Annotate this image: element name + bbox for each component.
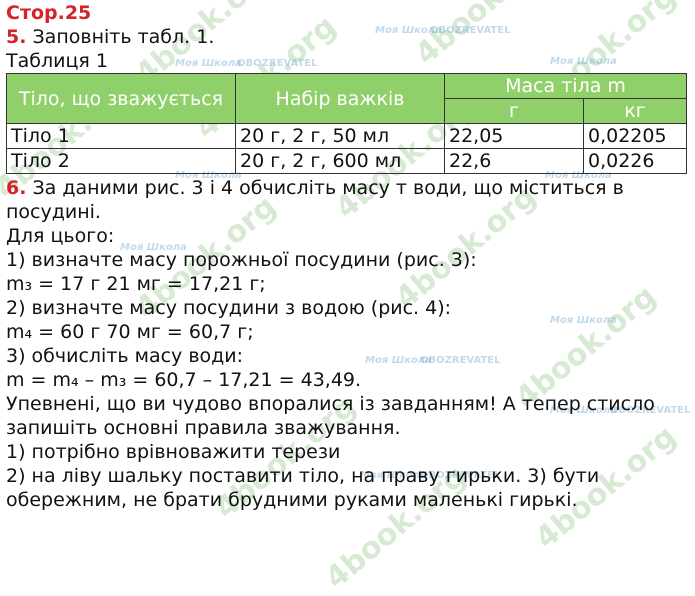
text-line: m₄ = 60 г 70 мг = 60,7 г; — [6, 321, 254, 343]
header-weights: Набір важків — [235, 73, 445, 124]
text-line: 1) потрібно врівноважити терези — [6, 441, 341, 463]
text-line: 2) на ліву шальку поставити тіло, на пра… — [6, 465, 600, 487]
text-line: 2) визначте масу посудини з водою (рис. … — [6, 297, 452, 319]
text-line: запишіть основні правила зважування. — [6, 417, 401, 439]
task6-statement: 6. За даними рис. 3 і 4 обчисліть масу т… — [6, 176, 691, 200]
cell-body: Тіло 2 — [6, 148, 236, 174]
header-mass: Маса тіла m — [444, 73, 687, 99]
cell-grams: 22,05 — [444, 123, 584, 149]
header-grams: г — [444, 98, 584, 124]
cell-body: Тіло 1 — [6, 123, 236, 149]
text-line: m₃ = 17 г 21 мг = 17,21 г; — [6, 273, 266, 295]
task5-number: 5. — [6, 26, 27, 48]
header-kg: кг — [583, 98, 687, 124]
task6-number: 6. — [6, 177, 27, 199]
table-row: Тіло 1 20 г, 2 г, 50 мл 22,05 0,02205 — [6, 123, 687, 149]
task6-text-continued: посудині. — [6, 201, 101, 223]
cell-kg: 0,0226 — [583, 148, 687, 174]
text-line: 3) обчисліть масу води: — [6, 345, 244, 367]
cell-weights: 20 г, 2 г, 50 мл — [235, 123, 445, 149]
task6-text: За даними рис. 3 і 4 обчисліть масу т во… — [26, 177, 624, 199]
cell-kg: 0,02205 — [583, 123, 687, 149]
page-title: Стор.25 — [6, 2, 92, 24]
page: Стор.25 5. Заповніть табл. 1. Таблиця 1 … — [6, 0, 691, 512]
table-header-row: Тіло, що зважується Набір важків Маса ті… — [6, 73, 687, 124]
cell-grams: 22,6 — [444, 148, 584, 174]
mass-table: Тіло, що зважується Набір важків Маса ті… — [6, 73, 687, 174]
table-row: Тіло 2 20 г, 2 г, 600 мл 22,6 0,0226 — [6, 148, 687, 174]
header-body: Тіло, що зважується — [6, 73, 236, 124]
table-caption: Таблиця 1 — [6, 50, 108, 72]
cell-weights: 20 г, 2 г, 600 мл — [235, 148, 445, 174]
task5-statement: 5. Заповніть табл. 1. — [6, 25, 691, 49]
text-line: 1) визначте масу порожньої посудини (рис… — [6, 249, 477, 271]
text-line: Упевнені, що ви чудово впоралися із завд… — [6, 393, 655, 415]
text-line: обережним, не брати брудними руками мале… — [6, 489, 578, 511]
task5-text: Заповніть табл. 1. — [32, 26, 215, 48]
text-line: Для цього: — [6, 225, 115, 247]
text-line: m = m₄ – m₃ = 60,7 – 17,21 = 43,49. — [6, 369, 362, 391]
